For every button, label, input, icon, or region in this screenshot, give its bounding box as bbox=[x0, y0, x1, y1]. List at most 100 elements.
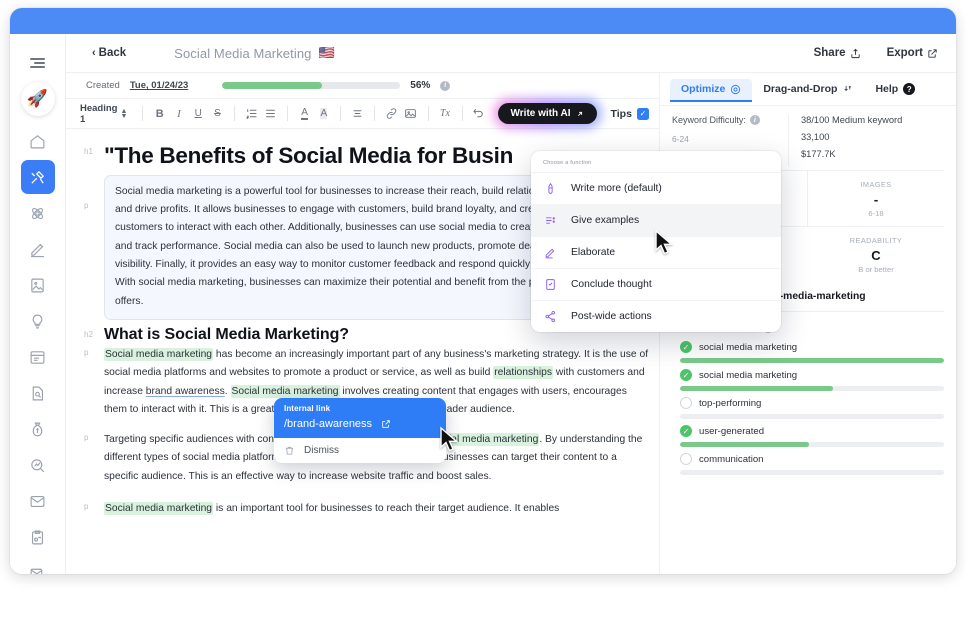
tab-optimize[interactable]: Optimize bbox=[670, 79, 753, 102]
editor-toolbar: Heading 1 ▲ ▼ B I U S A A Tx Write with … bbox=[66, 98, 659, 129]
keyword-line: top-performing bbox=[680, 397, 944, 409]
keyword-item[interactable]: ✓ social media marketing bbox=[660, 337, 956, 363]
back-button[interactable]: ‹ Back bbox=[92, 47, 126, 59]
bold-icon: B bbox=[155, 107, 164, 120]
tab-help[interactable]: Help ? bbox=[864, 79, 926, 101]
ai-function-label: Write more (default) bbox=[571, 183, 662, 194]
keyword-bar-track bbox=[680, 414, 944, 419]
bold-button[interactable]: B bbox=[153, 104, 167, 123]
ai-function-item[interactable]: Conclude thought bbox=[531, 268, 781, 300]
sidebar-item-tools[interactable] bbox=[20, 160, 55, 194]
progress-fill bbox=[222, 82, 322, 89]
keyword-item[interactable]: communication bbox=[660, 449, 956, 475]
keyword-highlight: Social media marketing bbox=[230, 384, 340, 398]
sidebar-item-notes[interactable] bbox=[21, 340, 55, 374]
keyword-line: ✓ social media marketing bbox=[680, 369, 944, 381]
bullet-list-button[interactable] bbox=[264, 104, 278, 123]
left-sidebar: 🚀 bbox=[10, 34, 66, 574]
block-tag: p bbox=[84, 433, 89, 443]
sidebar-item-research[interactable] bbox=[21, 448, 55, 482]
tips-checkbox[interactable]: ✓ bbox=[636, 107, 649, 120]
panel-tabs: Optimize Drag-and-Drop Help ? bbox=[660, 73, 956, 106]
link-button[interactable] bbox=[385, 104, 399, 123]
image-button[interactable] bbox=[404, 104, 418, 123]
tab-optimize-label: Optimize bbox=[681, 83, 726, 95]
undo-button[interactable] bbox=[472, 104, 486, 123]
sidebar-item-menu[interactable] bbox=[21, 46, 55, 80]
ai-function-item[interactable]: Post-wide actions bbox=[531, 300, 781, 332]
sidebar-item-ideas[interactable] bbox=[21, 304, 55, 338]
keyword-item[interactable]: top-performing bbox=[660, 393, 956, 419]
list-icon bbox=[543, 214, 558, 227]
italic-button[interactable]: I bbox=[172, 104, 186, 123]
keyword-name: communication bbox=[699, 453, 764, 465]
info-icon[interactable]: i bbox=[440, 80, 451, 91]
ai-function-item[interactable]: Elaborate bbox=[531, 236, 781, 268]
align-button[interactable] bbox=[351, 104, 365, 123]
sidebar-item-logo[interactable]: 🚀 bbox=[20, 82, 55, 116]
block-tag: p bbox=[84, 502, 89, 512]
keyword-highlight: Social media marketing bbox=[104, 502, 214, 516]
ai-function-item[interactable]: Give examples bbox=[531, 204, 781, 236]
strikethrough-button[interactable]: S bbox=[210, 104, 224, 123]
circle-icon bbox=[680, 397, 692, 409]
sidebar-item-budget[interactable] bbox=[21, 412, 55, 446]
dismiss-row[interactable]: Dismiss bbox=[274, 438, 446, 463]
sidebar-item-campaign[interactable] bbox=[21, 520, 55, 554]
keyword-item[interactable]: ✓ user-generated bbox=[660, 421, 956, 447]
ordered-list-button[interactable] bbox=[244, 104, 258, 123]
highlight-button[interactable]: A bbox=[317, 104, 331, 123]
clear-format-button[interactable]: Tx bbox=[438, 104, 452, 123]
sidebar-item-home[interactable] bbox=[21, 124, 55, 158]
created-date[interactable]: Tue, 01/24/23 bbox=[130, 80, 188, 91]
toolbar-divider bbox=[461, 106, 463, 121]
keyword-bar-track bbox=[680, 358, 944, 363]
ai-function-item[interactable]: Write more (default) bbox=[531, 172, 781, 204]
trash-icon bbox=[285, 446, 294, 455]
underline-icon: U bbox=[194, 108, 202, 119]
toolbar-divider bbox=[374, 106, 376, 121]
paragraph-rich-3[interactable]: Social media marketing is an important t… bbox=[104, 500, 651, 518]
created-label: Created bbox=[86, 80, 120, 91]
tab-drag-and-drop[interactable]: Drag-and-Drop bbox=[752, 79, 864, 101]
keyword-name: top-performing bbox=[699, 397, 762, 409]
write-with-ai-button[interactable]: Write with AI bbox=[497, 103, 597, 124]
sidebar-item-outreach[interactable] bbox=[21, 556, 55, 574]
info-icon[interactable]: i bbox=[749, 115, 760, 125]
sidebar-item-document[interactable] bbox=[21, 268, 55, 302]
internal-link-url-row[interactable]: /brand-awareness bbox=[284, 418, 436, 430]
chevron-left-icon: ‹ bbox=[92, 47, 96, 59]
share-button[interactable]: Share bbox=[814, 47, 861, 59]
atom-icon bbox=[32, 207, 43, 219]
stat-range: B or better bbox=[858, 265, 894, 274]
internal-link-text[interactable]: brand awareness bbox=[146, 386, 225, 397]
sidebar-item-atom[interactable] bbox=[21, 196, 55, 230]
sidebar-item-inbox[interactable] bbox=[21, 484, 55, 518]
style-select[interactable]: Heading 1 ▲ ▼ bbox=[80, 103, 135, 125]
sidebar-item-audit[interactable] bbox=[21, 376, 55, 410]
share-icon bbox=[850, 48, 860, 58]
block-tag: h2 bbox=[84, 329, 93, 339]
keyword-highlight: social media marketing bbox=[432, 433, 540, 447]
keyword-line: ✓ user-generated bbox=[680, 425, 944, 437]
keyword-difficulty-value-2: $177.7K bbox=[801, 149, 836, 159]
stat-value: - bbox=[873, 192, 879, 207]
keyword-name: social media marketing bbox=[699, 369, 798, 381]
external-link-icon[interactable] bbox=[381, 419, 391, 429]
sidebar-item-write[interactable] bbox=[21, 232, 55, 266]
stat-value: C bbox=[871, 248, 881, 263]
keyword-bar-fill bbox=[680, 386, 834, 391]
text-color-button[interactable]: A bbox=[297, 104, 311, 123]
internal-link-popup[interactable]: Internal link /brand-awareness Dismiss bbox=[274, 398, 446, 463]
stat-range: 6-18 bbox=[868, 209, 884, 218]
tips-toggle[interactable]: Tips ✓ bbox=[611, 107, 649, 120]
underline-button[interactable]: U bbox=[191, 104, 205, 123]
dismiss-label: Dismiss bbox=[304, 445, 339, 456]
paragraph-text: . bbox=[224, 385, 231, 397]
write-with-ai-label: Write with AI bbox=[510, 108, 571, 119]
keyword-item[interactable]: ✓ social media marketing bbox=[660, 365, 956, 391]
header-actions: Share Export bbox=[814, 47, 938, 59]
export-button[interactable]: Export bbox=[887, 47, 938, 59]
ai-function-menu[interactable]: Choose a function Write more (default) Gi… bbox=[531, 151, 781, 332]
ai-function-label: Post-wide actions bbox=[571, 311, 652, 322]
